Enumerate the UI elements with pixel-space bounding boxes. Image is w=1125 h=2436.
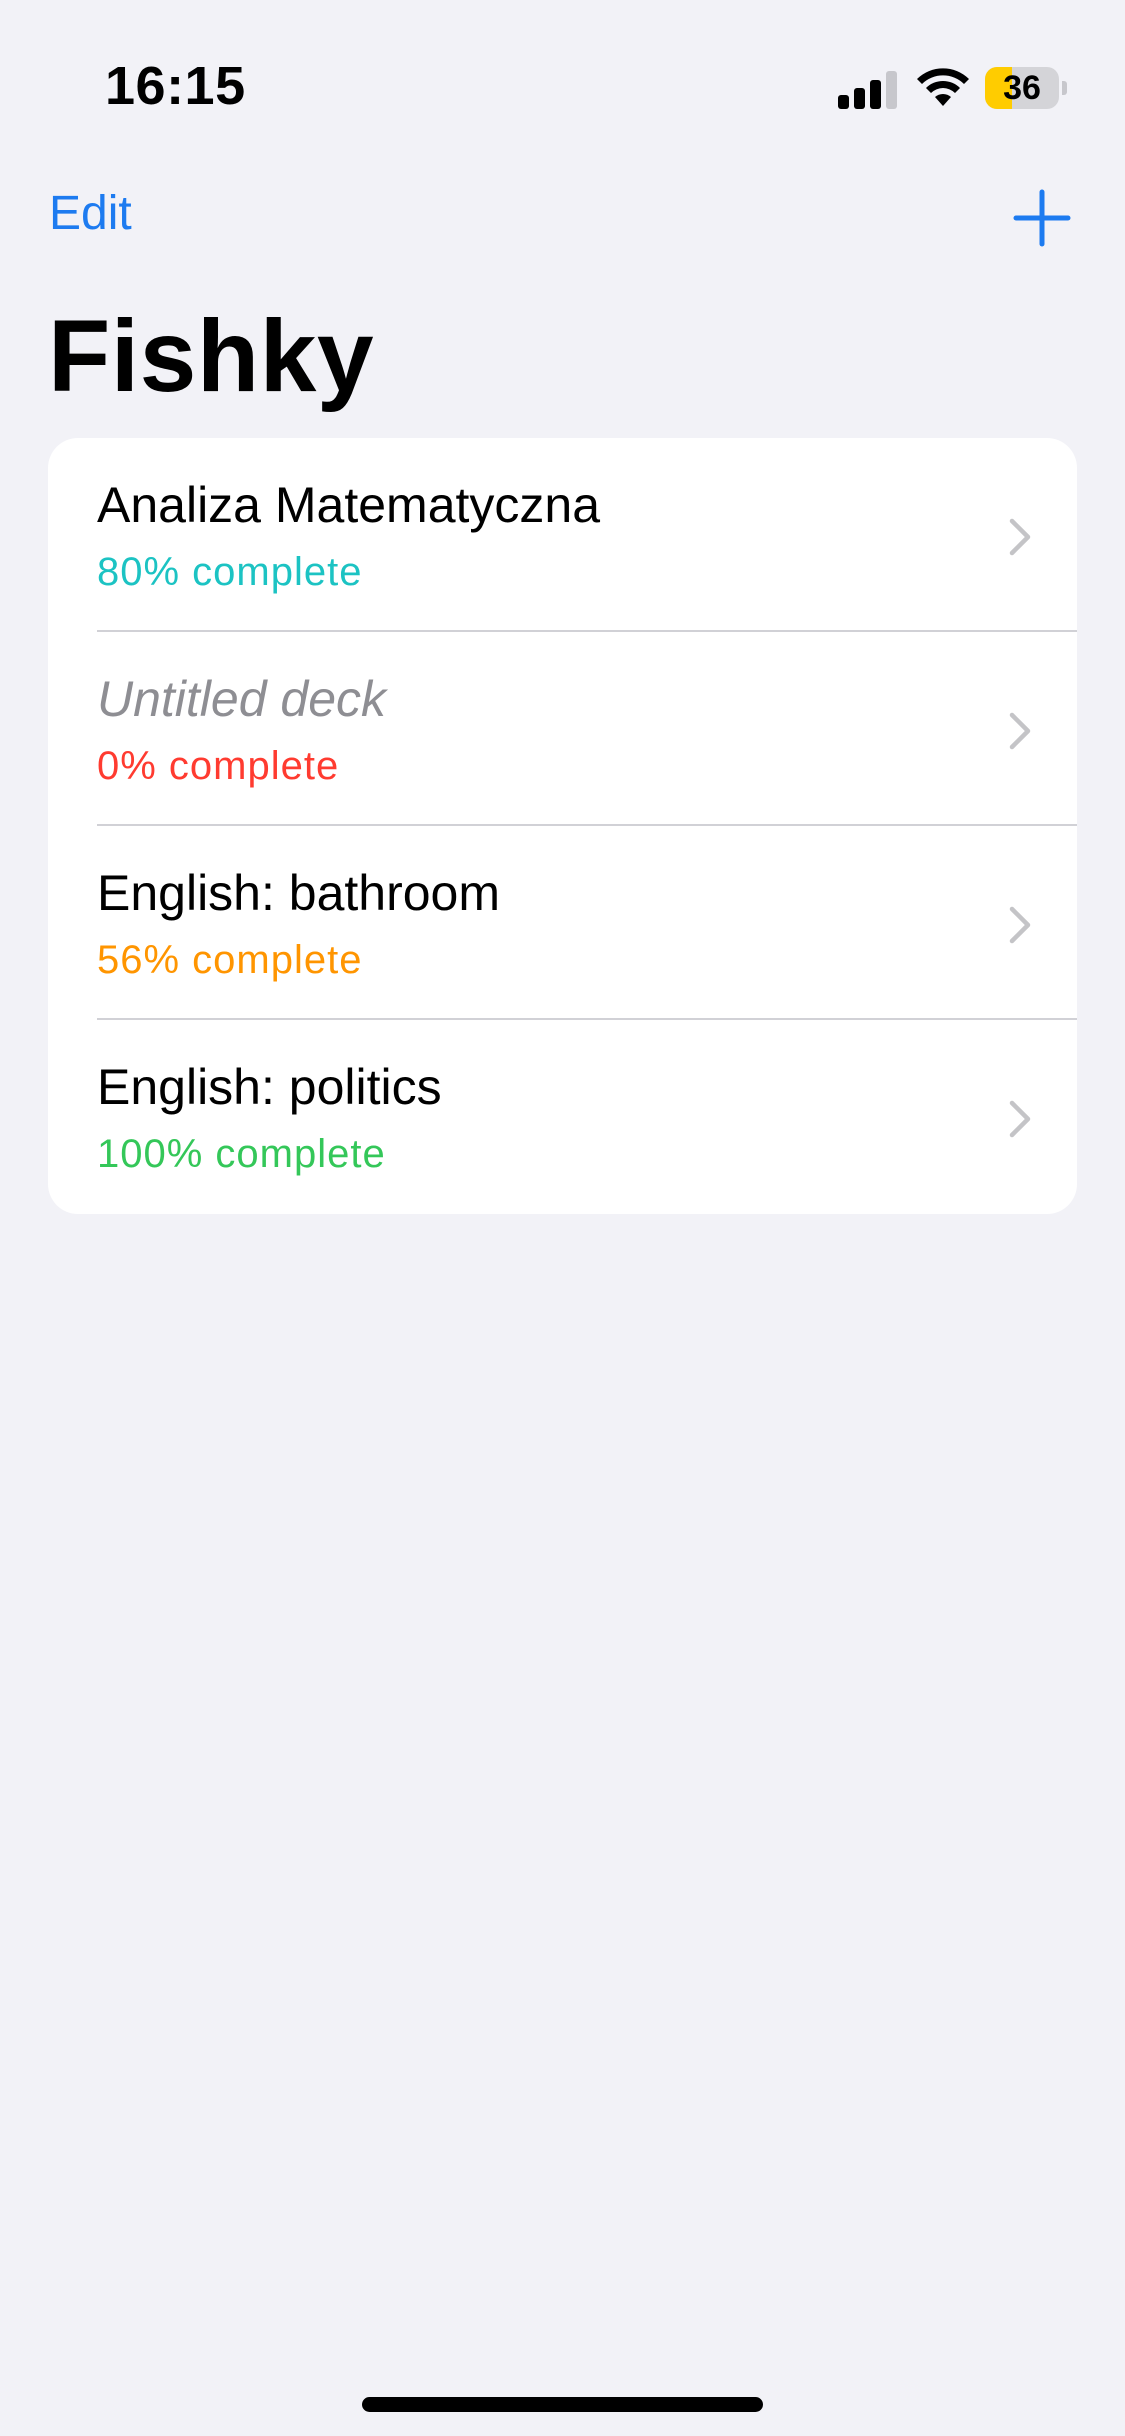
deck-row[interactable]: English: politics 100% complete bbox=[48, 1020, 1077, 1214]
page-title: Fishky bbox=[48, 299, 375, 413]
chevron-right-icon bbox=[1009, 906, 1031, 944]
deck-title: Untitled deck bbox=[97, 671, 387, 727]
status-bar: 16:15 36 bbox=[0, 0, 1125, 150]
deck-progress: 56% complete bbox=[97, 938, 363, 982]
deck-title: English: bathroom bbox=[97, 865, 501, 921]
edit-button[interactable]: Edit bbox=[49, 186, 132, 241]
deck-title: Analiza Matematyczna bbox=[97, 477, 601, 533]
cellular-signal-icon bbox=[838, 71, 898, 109]
home-indicator[interactable] bbox=[362, 2397, 763, 2412]
deck-progress: 100% complete bbox=[97, 1132, 386, 1176]
status-time: 16:15 bbox=[105, 56, 246, 116]
deck-progress: 0% complete bbox=[97, 744, 340, 788]
battery-level: 36 bbox=[1003, 69, 1041, 107]
wifi-icon bbox=[917, 68, 969, 106]
chevron-right-icon bbox=[1009, 1100, 1031, 1138]
chevron-right-icon bbox=[1009, 712, 1031, 750]
deck-row[interactable]: English: bathroom 56% complete bbox=[48, 826, 1077, 1020]
deck-title: English: politics bbox=[97, 1059, 442, 1115]
plus-icon[interactable] bbox=[1012, 188, 1072, 248]
deck-row[interactable]: Untitled deck 0% complete bbox=[48, 632, 1077, 826]
battery-icon: 36 bbox=[985, 67, 1067, 109]
chevron-right-icon bbox=[1009, 518, 1031, 556]
deck-progress: 80% complete bbox=[97, 550, 363, 594]
deck-row[interactable]: Analiza Matematyczna 80% complete bbox=[48, 438, 1077, 632]
deck-list: Analiza Matematyczna 80% complete Untitled… bbox=[48, 438, 1077, 1214]
